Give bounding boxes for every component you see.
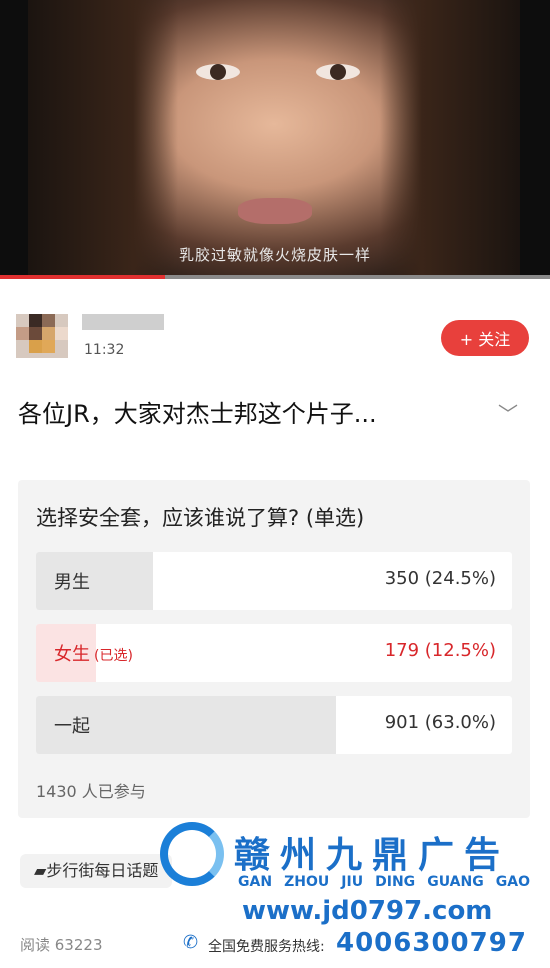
username-blurred[interactable]: [82, 314, 164, 330]
avatar[interactable]: [16, 314, 68, 358]
watermark-logo-icon: [160, 822, 224, 886]
poll-option-male[interactable]: 男生 350 (24.5%): [36, 552, 512, 610]
topic-tag-label: 步行街每日话题: [46, 861, 159, 880]
poll-option-label: 一起: [54, 716, 90, 737]
watermark-company-name: 赣州九鼎广告: [234, 835, 511, 876]
video-shade-left: [28, 0, 178, 276]
video-progress-bar[interactable]: [0, 275, 550, 279]
topic-tag[interactable]: ▰步行街每日话题: [20, 854, 173, 888]
video-eye-right: [316, 64, 360, 80]
phone-icon: ✆: [183, 932, 199, 953]
tag-icon: ▰: [34, 861, 47, 880]
selected-note: (已选): [94, 648, 133, 664]
poll-voters: 1430 人已参与: [36, 782, 146, 801]
watermark-pinyin-2: ZHOU: [284, 874, 330, 890]
post-title[interactable]: 各位JR，大家对杰士邦这个片子...: [18, 394, 377, 429]
poll-option-label: 女生 (已选): [54, 640, 133, 666]
watermark-pinyin: GAN ZHOU JIU DING GUANG GAO: [238, 874, 530, 890]
chevron-down-icon[interactable]: ﹀: [498, 398, 518, 427]
watermark-url: www.jd0797.com: [242, 896, 493, 926]
watermark-phone: 4006300797: [336, 928, 527, 958]
read-count: 阅读 63223: [20, 936, 103, 954]
video-lips: [238, 198, 312, 224]
follow-button[interactable]: + 关注: [441, 320, 529, 356]
watermark-pinyin-3: JIU: [341, 874, 364, 890]
watermark-pinyin-1: GAN: [238, 874, 273, 890]
watermark-hotline-label: 全国免费服务热线:: [208, 939, 325, 955]
poll-option-label-text: 女生: [54, 644, 90, 665]
video-subtitle: 乳胶过敏就像火烧皮肤一样: [178, 246, 371, 264]
watermark-pinyin-4: DING: [375, 874, 416, 890]
video-shade-right: [380, 0, 520, 276]
video-progress-fill: [0, 275, 165, 279]
poll-option-count: 179 (12.5%): [384, 640, 496, 661]
poll-option-together[interactable]: 一起 901 (63.0%): [36, 696, 512, 754]
poll-card: 选择安全套，应该谁说了算? (单选) 男生 350 (24.5%) 女生 (已选)…: [18, 480, 530, 818]
poll-option-count: 350 (24.5%): [384, 568, 496, 589]
poll-option-count: 901 (63.0%): [384, 712, 496, 733]
watermark-pinyin-5: GUANG: [427, 874, 484, 890]
poll-option-female[interactable]: 女生 (已选) 179 (12.5%): [36, 624, 512, 682]
watermark-pinyin-6: GAO: [495, 874, 530, 890]
poll-option-label: 男生: [54, 572, 90, 593]
post-time: 11:32: [84, 342, 125, 358]
poll-question: 选择安全套，应该谁说了算? (单选): [36, 506, 365, 530]
video-player[interactable]: 乳胶过敏就像火烧皮肤一样: [0, 0, 550, 276]
video-eye-left: [196, 64, 240, 80]
